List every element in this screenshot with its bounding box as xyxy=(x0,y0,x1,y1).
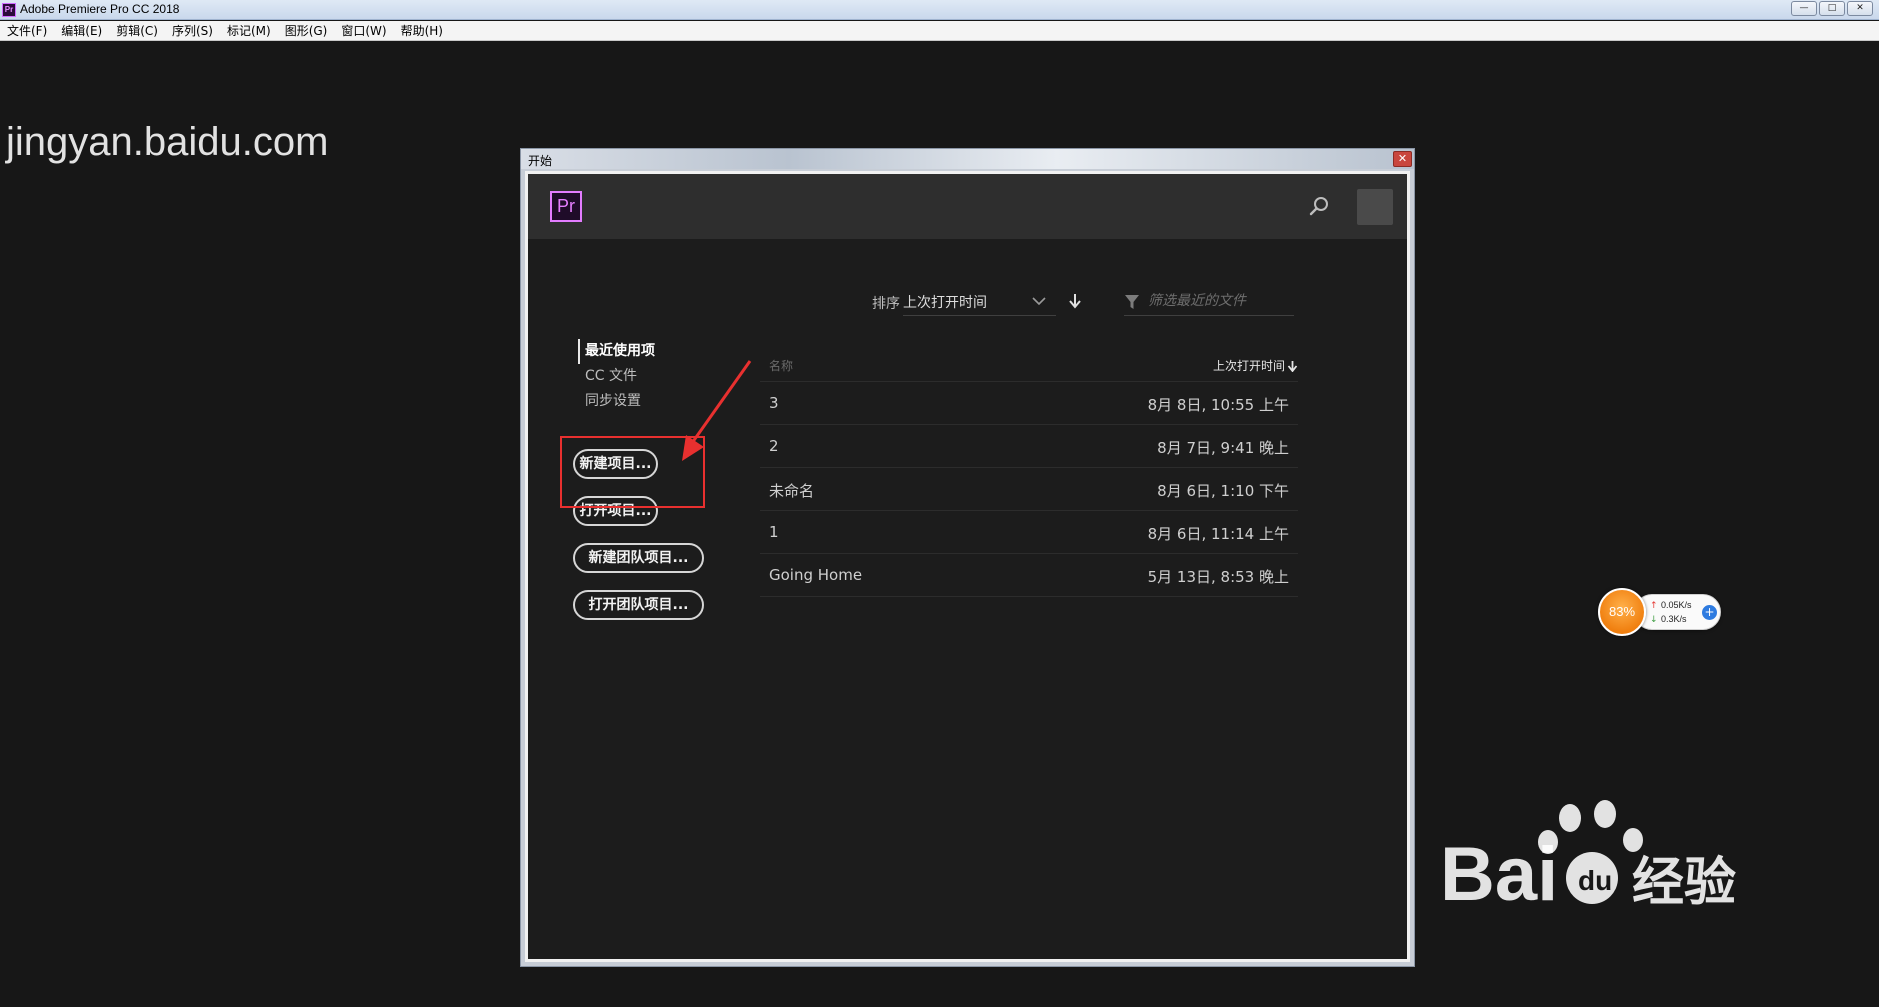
minimize-button[interactable]: — xyxy=(1791,1,1817,16)
table-row[interactable]: 1 8月 6日, 11:14 上午 xyxy=(760,511,1298,554)
dialog-title: 开始 xyxy=(528,154,553,168)
sort-value: 上次打开时间 xyxy=(903,295,987,311)
nav-sync-settings[interactable]: 同步设置 xyxy=(578,389,655,414)
table-row[interactable]: 2 8月 7日, 9:41 晚上 xyxy=(760,425,1298,468)
menu-help[interactable]: 帮助(H) xyxy=(401,22,443,39)
file-date: 8月 8日, 10:55 上午 xyxy=(1147,396,1289,414)
menu-graphics[interactable]: 图形(G) xyxy=(285,22,328,39)
filter-box xyxy=(1124,287,1294,316)
upload-speed: 0.05K/s xyxy=(1661,600,1692,610)
arrow-down-icon xyxy=(1287,361,1298,372)
svg-text:经验: 经验 xyxy=(1632,853,1736,913)
column-header-name[interactable]: 名称 xyxy=(769,357,793,374)
file-name: 3 xyxy=(769,394,779,412)
column-header-last-opened-label: 上次打开时间 xyxy=(1212,359,1285,373)
upload-arrow-icon: ↑ xyxy=(1650,601,1658,611)
file-name: Going Home xyxy=(769,566,863,584)
table-row[interactable]: Going Home 5月 13日, 8:53 晚上 xyxy=(760,554,1298,597)
user-avatar[interactable] xyxy=(1357,189,1393,225)
close-button[interactable]: ✕ xyxy=(1847,1,1873,16)
start-dialog: 开始 ✕ Pr 排序 上次打开时间 筛选最近的文件 最近使用项 CC 文件 同步… xyxy=(520,148,1415,967)
filter-recent-input[interactable] xyxy=(1148,291,1288,311)
file-name: 未命名 xyxy=(769,482,815,500)
new-team-project-button[interactable]: 新建团队项目... xyxy=(573,543,704,573)
menu-file[interactable]: 文件(F) xyxy=(7,22,47,39)
file-name: 1 xyxy=(769,523,779,541)
dialog-titlebar[interactable]: 开始 ✕ xyxy=(521,149,1414,169)
table-row[interactable]: 未命名 8月 6日, 1:10 下午 xyxy=(760,468,1298,511)
dialog-frame: Pr 排序 上次打开时间 筛选最近的文件 最近使用项 CC 文件 同步设置 新建… xyxy=(525,171,1410,962)
dialog-close-button[interactable]: ✕ xyxy=(1393,151,1412,167)
add-icon[interactable]: + xyxy=(1702,605,1717,620)
nav-recent[interactable]: 最近使用项 xyxy=(578,339,655,364)
premiere-app-icon: Pr xyxy=(2,3,16,17)
filter-icon xyxy=(1125,295,1139,309)
sort-direction-icon[interactable] xyxy=(1068,293,1082,309)
open-team-project-button[interactable]: 打开团队项目... xyxy=(573,590,704,620)
svg-text:du: du xyxy=(1578,865,1612,896)
annotation-arrow-icon xyxy=(682,360,752,461)
table-header: 名称 上次打开时间 xyxy=(760,345,1298,382)
table-row[interactable]: 3 8月 8日, 10:55 上午 xyxy=(760,382,1298,425)
menu-bar: 文件(F) 编辑(E) 剪辑(C) 序列(S) 标记(M) 图形(G) 窗口(W… xyxy=(0,21,1879,41)
start-nav: 最近使用项 CC 文件 同步设置 xyxy=(578,339,655,414)
download-speed: 0.3K/s xyxy=(1661,614,1687,624)
start-panel: Pr 排序 上次打开时间 筛选最近的文件 最近使用项 CC 文件 同步设置 新建… xyxy=(528,174,1407,959)
watermark-url: jingyan.baidu.com xyxy=(6,120,329,164)
file-name: 2 xyxy=(769,437,779,455)
memory-gauge[interactable]: 83% xyxy=(1598,588,1646,636)
menu-marker[interactable]: 标记(M) xyxy=(227,22,271,39)
search-icon[interactable] xyxy=(1307,194,1331,218)
column-header-last-opened[interactable]: 上次打开时间 xyxy=(1213,357,1298,374)
file-date: 8月 6日, 1:10 下午 xyxy=(1157,482,1289,500)
network-speed-widget[interactable]: ↑ 0.05K/s ↓ 0.3K/s + 83% xyxy=(1598,588,1723,636)
maximize-button[interactable]: □ xyxy=(1819,1,1845,16)
file-date: 8月 7日, 9:41 晚上 xyxy=(1157,439,1289,457)
file-date: 5月 13日, 8:53 晚上 xyxy=(1147,568,1289,586)
nav-cc-files[interactable]: CC 文件 xyxy=(578,364,655,389)
baidu-jingyan-watermark-logo: Bai 经验 du xyxy=(1440,800,1736,917)
download-arrow-icon: ↓ xyxy=(1650,615,1658,625)
menu-edit[interactable]: 编辑(E) xyxy=(61,22,102,39)
app-titlebar: Pr Adobe Premiere Pro CC 2018 — □ ✕ xyxy=(0,0,1879,20)
sort-dropdown[interactable]: 上次打开时间 xyxy=(903,287,1056,316)
recent-files-table: 名称 上次打开时间 3 8月 8日, 10:55 上午 2 8月 7日, 9:4… xyxy=(760,345,1298,597)
file-date: 8月 6日, 11:14 上午 xyxy=(1147,525,1289,543)
chevron-down-icon xyxy=(1032,297,1046,306)
app-title: Adobe Premiere Pro CC 2018 xyxy=(20,2,180,16)
sort-label: 排序 xyxy=(872,296,900,312)
menu-window[interactable]: 窗口(W) xyxy=(341,22,386,39)
menu-sequence[interactable]: 序列(S) xyxy=(172,22,213,39)
premiere-logo: Pr xyxy=(550,191,582,222)
svg-text:Bai: Bai xyxy=(1440,832,1558,917)
window-controls: — □ ✕ xyxy=(1791,1,1873,16)
menu-clip[interactable]: 剪辑(C) xyxy=(116,22,158,39)
start-header: Pr xyxy=(528,174,1407,239)
